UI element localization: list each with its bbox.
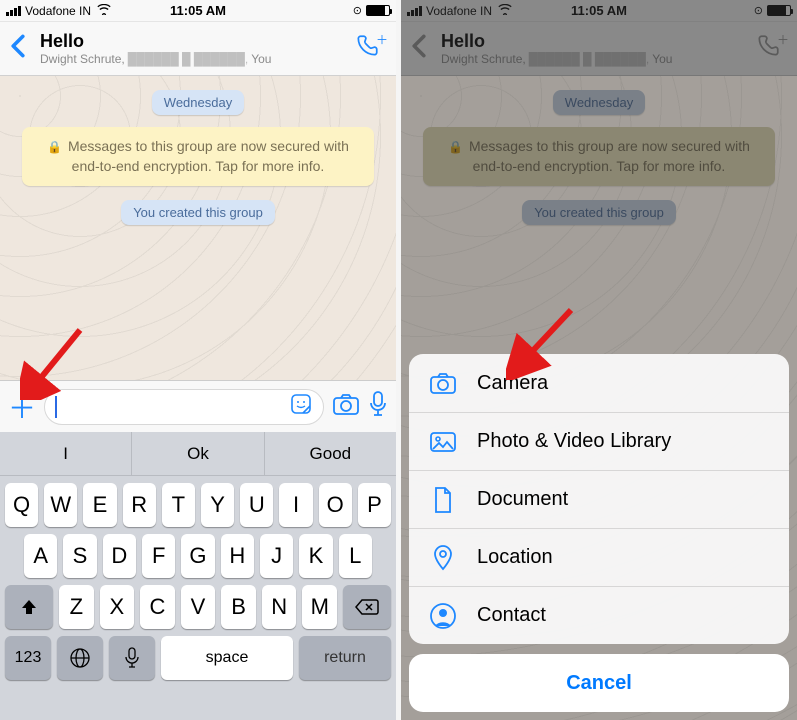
key-n[interactable]: N bbox=[262, 585, 297, 629]
battery-icon bbox=[366, 5, 390, 16]
keyboard-suggestions: I Ok Good bbox=[0, 432, 396, 476]
suggestion-1[interactable]: I bbox=[0, 432, 131, 475]
keyboard-row-3: ZXCVBNM bbox=[0, 578, 396, 629]
sheet-item-gallery[interactable]: Photo & Video Library bbox=[409, 412, 789, 470]
microphone-icon[interactable] bbox=[368, 390, 388, 423]
suggestion-2[interactable]: Ok bbox=[131, 432, 263, 475]
camera-icon bbox=[429, 371, 457, 395]
keyboard-row-4: 123 space return bbox=[0, 629, 396, 687]
globe-key[interactable] bbox=[57, 636, 103, 680]
sheet-item-contact[interactable]: Contact bbox=[409, 586, 789, 644]
return-key[interactable]: return bbox=[299, 636, 391, 680]
key-c[interactable]: C bbox=[140, 585, 175, 629]
key-v[interactable]: V bbox=[181, 585, 216, 629]
key-m[interactable]: M bbox=[302, 585, 337, 629]
document-icon bbox=[429, 486, 457, 514]
chat-title-block[interactable]: Hello Dwight Schrute, ██████ █ ██████, Y… bbox=[40, 31, 354, 66]
key-p[interactable]: P bbox=[358, 483, 391, 527]
sheet-item-label: Photo & Video Library bbox=[477, 430, 671, 453]
shift-key[interactable] bbox=[5, 585, 53, 629]
status-bar: Vodafone IN 11:05 AM ⊙ bbox=[0, 0, 396, 22]
key-g[interactable]: G bbox=[181, 534, 214, 578]
location-icon bbox=[429, 544, 457, 572]
chat-area[interactable]: Wednesday 🔒 Messages to this group are n… bbox=[0, 76, 396, 720]
key-i[interactable]: I bbox=[279, 483, 312, 527]
sheet-item-camera[interactable]: Camera bbox=[409, 354, 789, 412]
key-k[interactable]: K bbox=[299, 534, 332, 578]
key-x[interactable]: X bbox=[100, 585, 135, 629]
encryption-notice[interactable]: 🔒 Messages to this group are now secured… bbox=[22, 127, 374, 186]
camera-icon[interactable] bbox=[332, 392, 360, 421]
backspace-key[interactable] bbox=[343, 585, 391, 629]
key-s[interactable]: S bbox=[63, 534, 96, 578]
cancel-button[interactable]: Cancel bbox=[409, 654, 789, 712]
clock-label: 11:05 AM bbox=[0, 3, 396, 18]
sheet-item-label: Document bbox=[477, 488, 568, 511]
back-button[interactable] bbox=[10, 34, 32, 63]
message-input-bar: ＋ bbox=[0, 380, 396, 432]
key-q[interactable]: Q bbox=[5, 483, 38, 527]
call-button[interactable]: ＋ bbox=[354, 33, 386, 64]
key-a[interactable]: A bbox=[24, 534, 57, 578]
key-t[interactable]: T bbox=[162, 483, 195, 527]
key-f[interactable]: F bbox=[142, 534, 175, 578]
message-input[interactable] bbox=[44, 389, 324, 425]
sheet-item-label: Contact bbox=[477, 604, 546, 627]
attachment-action-sheet: Camera Photo & Video Library Document Locat… bbox=[409, 354, 789, 712]
space-key[interactable]: space bbox=[161, 636, 293, 680]
keyboard-row-1: QWERTYUIOP bbox=[0, 476, 396, 527]
suggestion-3[interactable]: Good bbox=[264, 432, 396, 475]
key-z[interactable]: Z bbox=[59, 585, 94, 629]
chat-header: Hello Dwight Schrute, ██████ █ ██████, Y… bbox=[0, 22, 396, 76]
keyboard-row-2: ASDFGHJKL bbox=[0, 527, 396, 578]
key-r[interactable]: R bbox=[123, 483, 156, 527]
sheet-item-location[interactable]: Location bbox=[409, 528, 789, 586]
sheet-item-label: Location bbox=[477, 546, 553, 569]
numeric-key[interactable]: 123 bbox=[5, 636, 51, 680]
chat-title: Hello bbox=[40, 31, 354, 52]
key-b[interactable]: B bbox=[221, 585, 256, 629]
sticker-icon[interactable] bbox=[289, 392, 313, 421]
key-j[interactable]: J bbox=[260, 534, 293, 578]
attach-button[interactable]: ＋ bbox=[8, 387, 36, 427]
key-y[interactable]: Y bbox=[201, 483, 234, 527]
sheet-item-document[interactable]: Document bbox=[409, 470, 789, 528]
key-d[interactable]: D bbox=[103, 534, 136, 578]
dictation-key[interactable] bbox=[109, 636, 155, 680]
system-message: You created this group bbox=[121, 200, 275, 225]
key-l[interactable]: L bbox=[339, 534, 372, 578]
gallery-icon bbox=[429, 430, 457, 454]
key-u[interactable]: U bbox=[240, 483, 273, 527]
date-pill: Wednesday bbox=[152, 90, 244, 115]
sheet-item-label: Camera bbox=[477, 372, 548, 395]
key-h[interactable]: H bbox=[221, 534, 254, 578]
key-e[interactable]: E bbox=[83, 483, 116, 527]
key-o[interactable]: O bbox=[319, 483, 352, 527]
chat-subtitle: Dwight Schrute, ██████ █ ██████, You bbox=[40, 52, 354, 66]
key-w[interactable]: W bbox=[44, 483, 77, 527]
contact-icon bbox=[429, 603, 457, 629]
ios-keyboard: I Ok Good QWERTYUIOP ASDFGHJKL ZXCVBNM 1… bbox=[0, 432, 396, 720]
lock-icon: 🔒 bbox=[47, 140, 62, 154]
